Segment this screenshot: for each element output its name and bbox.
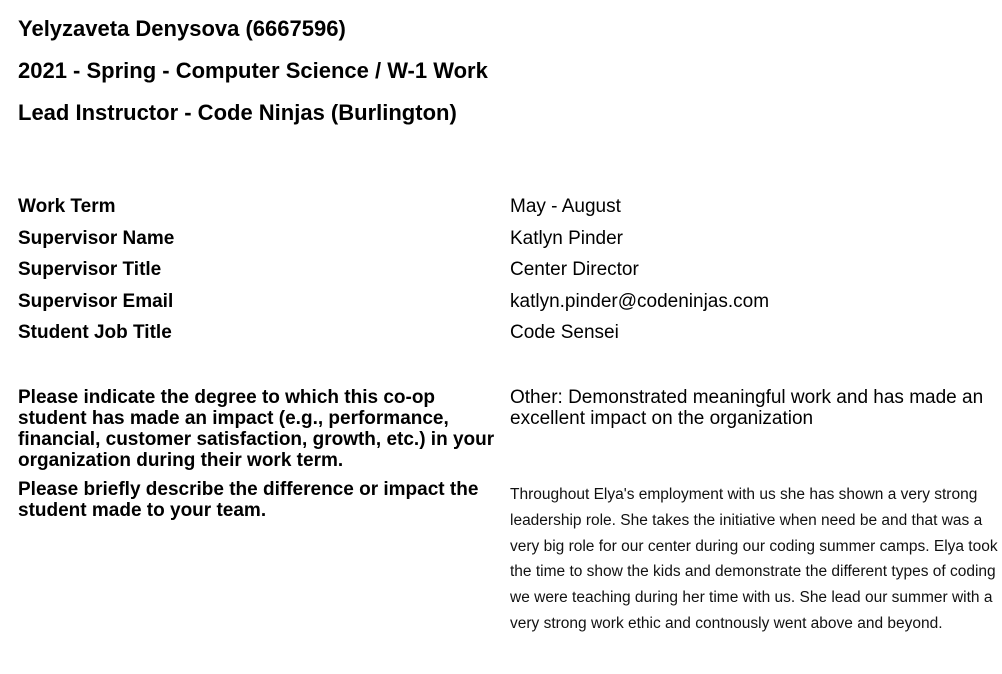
term-heading: 2021 - Spring - Computer Science / W-1 W… [18, 58, 488, 83]
supervisor-email-value: katlyn.pinder@codeninjas.com [510, 291, 770, 312]
work-term-label: Work Term [18, 196, 116, 217]
impact-degree-answer: Other: Demonstrated meaningful work and … [510, 387, 984, 429]
student-name-heading: Yelyzaveta Denysova (6667596) [18, 16, 346, 41]
supervisor-name-label: Supervisor Name [18, 228, 175, 249]
work-term-value: May - August [510, 196, 621, 217]
supervisor-name-value: Katlyn Pinder [510, 228, 624, 249]
student-job-title-label: Student Job Title [18, 322, 172, 343]
impact-description-answer: Throughout Elya's employment with us she… [510, 486, 998, 632]
impact-degree-question: Please indicate the degree to which this… [18, 387, 495, 471]
position-heading: Lead Instructor - Code Ninjas (Burlingto… [18, 100, 457, 125]
supervisor-email-label: Supervisor Email [18, 291, 174, 312]
impact-description-question: Please briefly describe the difference o… [18, 479, 479, 521]
supervisor-title-value: Center Director [510, 259, 639, 280]
supervisor-title-label: Supervisor Title [18, 259, 162, 280]
student-job-title-value: Code Sensei [510, 322, 619, 343]
